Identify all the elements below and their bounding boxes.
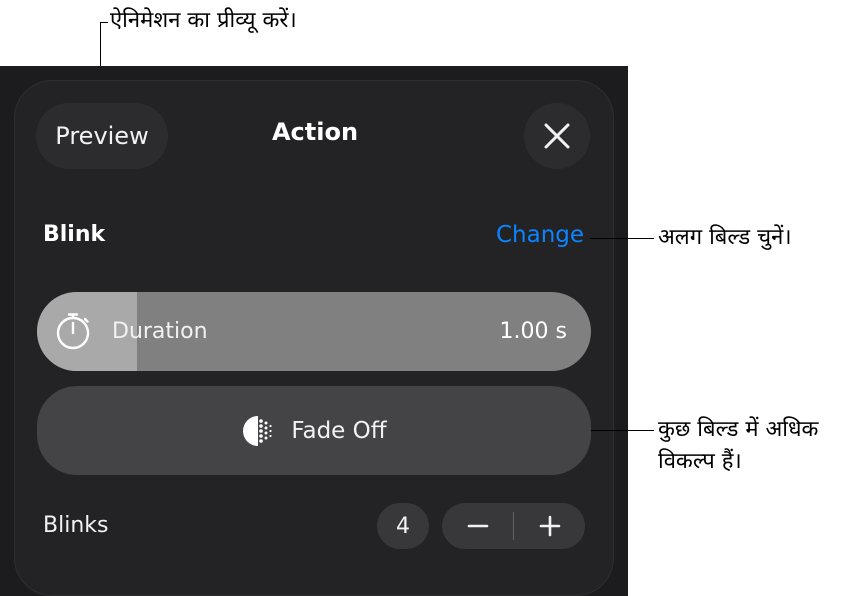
options-callout-line xyxy=(591,430,654,431)
stopwatch-icon xyxy=(56,313,90,350)
change-callout-line xyxy=(590,238,654,239)
preview-button[interactable]: Preview xyxy=(36,103,168,169)
blinks-label: Blinks xyxy=(43,513,109,538)
decrement-button[interactable] xyxy=(442,503,513,549)
duration-value: 1.00 s xyxy=(499,319,567,344)
fade-off-label: Fade Off xyxy=(291,417,387,444)
blinks-stepper xyxy=(442,503,585,549)
preview-callout-tick xyxy=(100,22,108,23)
increment-button[interactable] xyxy=(514,503,585,549)
close-icon xyxy=(544,123,570,149)
duration-slider[interactable]: Duration 1.00 s xyxy=(37,292,591,371)
options-callout-text-1: कुछ बिल्ड में अधिक xyxy=(658,417,819,442)
change-callout-text: अलग बिल्ड चुनें। xyxy=(658,225,792,250)
preview-callout-text: ऐनिमेशन का प्रीव्यू करें। xyxy=(110,8,297,33)
panel-title: Action xyxy=(271,118,359,146)
change-build-link[interactable]: Change xyxy=(496,222,584,248)
build-name: Blink xyxy=(43,222,106,247)
plus-icon xyxy=(539,515,560,537)
blinks-count: 4 xyxy=(377,503,429,549)
duration-label: Duration xyxy=(112,319,208,344)
close-button[interactable] xyxy=(524,103,590,169)
minus-icon xyxy=(467,524,488,528)
fade-off-icon xyxy=(243,415,272,446)
fade-off-button[interactable]: Fade Off xyxy=(37,386,591,475)
options-callout-text-2: विकल्प हैं। xyxy=(658,449,742,474)
